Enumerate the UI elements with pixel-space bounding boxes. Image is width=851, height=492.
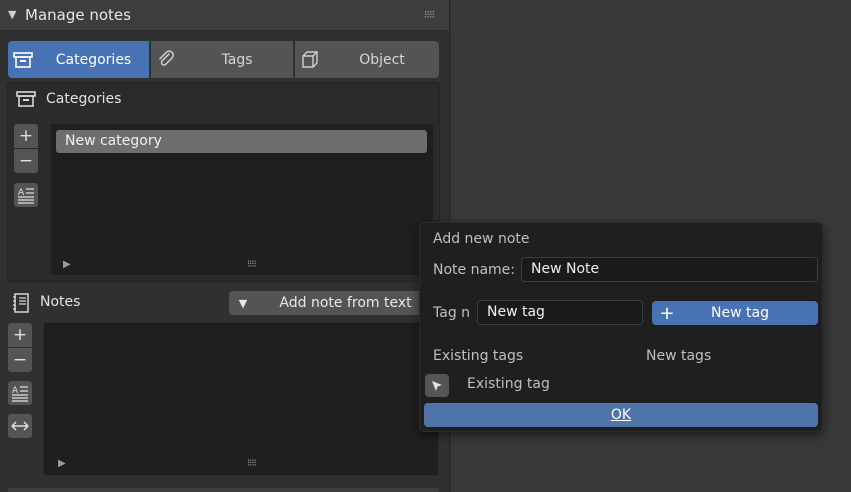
add-note-dropdown[interactable]: ▼ Add note from text: [229, 291, 434, 315]
existing-tag-item[interactable]: Existing tag: [467, 376, 550, 392]
add-note-popup: Add new note Note name: New Note Tag n N…: [419, 222, 823, 432]
manage-notes-panel: ▼ Manage notes ⁝⁝⁝⁝ Categories Tags Obje…: [0, 0, 450, 492]
edit-text-button[interactable]: A: [14, 183, 38, 207]
tag-name-label: Tag n: [433, 305, 471, 321]
new-tag-button-label: New tag: [711, 305, 769, 321]
cube-icon: [295, 50, 325, 70]
resize-grip-icon[interactable]: ⁝⁝⁝⁝: [247, 458, 257, 469]
popup-title: Add new note: [433, 231, 530, 247]
note-name-field[interactable]: New Note: [521, 257, 818, 282]
new-tags-label: New tags: [646, 348, 712, 364]
text-lines-icon: A: [18, 188, 34, 204]
tab-object-label: Object: [359, 51, 405, 68]
notes-list[interactable]: [43, 322, 439, 476]
notebook-icon: [12, 293, 30, 317]
list-item[interactable]: New category: [56, 130, 427, 153]
notes-title: Notes: [40, 294, 81, 310]
archive-icon: [16, 90, 36, 112]
paperclip-icon: [151, 49, 181, 70]
pick-tag-button[interactable]: [425, 374, 449, 397]
double-arrow-icon: [11, 421, 29, 431]
tab-categories[interactable]: Categories: [8, 41, 150, 78]
new-tag-button[interactable]: + New tag: [652, 301, 818, 325]
collapse-arrow-icon[interactable]: ▼: [8, 8, 16, 21]
tab-tags[interactable]: Tags: [151, 41, 294, 78]
categories-title: Categories: [46, 91, 122, 107]
swap-button[interactable]: [8, 414, 32, 438]
dropdown-arrow-icon: ▼: [238, 296, 248, 310]
cursor-arrow-icon: [432, 380, 442, 391]
note-name-label: Note name:: [433, 262, 516, 278]
tag-name-field[interactable]: New tag: [477, 300, 643, 325]
text-lines-icon: A: [12, 386, 28, 402]
next-panel-edge: [8, 488, 439, 492]
add-note-dropdown-label: Add note from text: [279, 295, 412, 311]
panel-header[interactable]: ▼ Manage notes ⁝⁝⁝⁝: [0, 0, 449, 31]
panel-title: Manage notes: [25, 6, 131, 24]
remove-note-button[interactable]: −: [8, 348, 32, 372]
expand-arrow-icon[interactable]: ▶: [63, 259, 71, 270]
tab-object[interactable]: Object: [295, 41, 439, 78]
ok-button-label: OK: [610, 407, 632, 423]
add-note-button[interactable]: +: [8, 323, 32, 347]
remove-category-button[interactable]: −: [14, 149, 38, 173]
tab-categories-label: Categories: [55, 51, 132, 68]
drag-grip-icon[interactable]: ⁝⁝⁝⁝: [424, 8, 435, 21]
add-category-button[interactable]: +: [14, 124, 38, 148]
edit-note-text-button[interactable]: A: [8, 381, 32, 405]
expand-arrow-icon[interactable]: ▶: [58, 458, 66, 469]
plus-icon: +: [659, 302, 675, 324]
resize-grip-icon[interactable]: ⁝⁝⁝⁝: [247, 259, 257, 270]
archive-icon: [8, 51, 38, 69]
existing-tags-label: Existing tags: [433, 348, 524, 364]
tab-tags-label: Tags: [221, 51, 253, 68]
ok-button[interactable]: OK: [424, 403, 818, 427]
